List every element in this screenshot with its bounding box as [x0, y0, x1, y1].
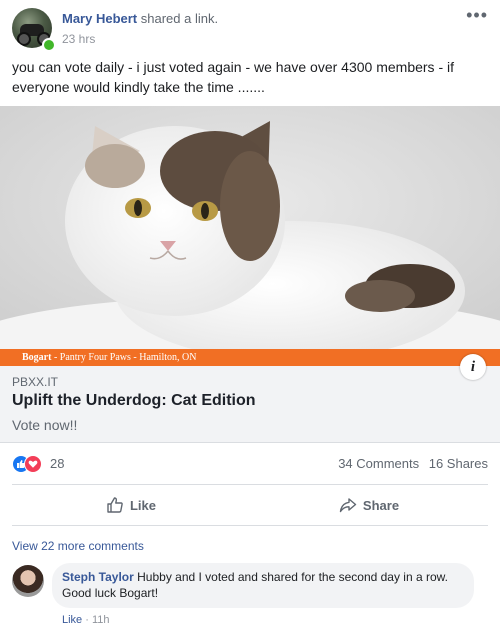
divider: [12, 525, 488, 526]
like-button-label: Like: [129, 497, 156, 513]
more-options-icon[interactable]: •••: [466, 6, 488, 24]
thumbs-up-icon: [107, 497, 123, 513]
cat-photo: [0, 106, 500, 349]
post-message: you can vote daily - i just voted again …: [12, 59, 454, 95]
post-timestamp[interactable]: 23 hrs: [62, 32, 95, 46]
engagement-counts: 34 Comments 16 Shares: [332, 456, 488, 471]
comment-time[interactable]: 11h: [92, 614, 110, 626]
share-button[interactable]: Share: [250, 488, 488, 522]
online-status-indicator: [42, 38, 56, 52]
comments-count[interactable]: 34 Comments: [338, 456, 419, 471]
commenter-avatar[interactable]: [12, 565, 44, 597]
info-icon[interactable]: i: [460, 354, 486, 380]
image-caption-banner: Bogart - Pantry Four Paws - Hamilton, ON: [0, 349, 500, 366]
shares-count[interactable]: 16 Shares: [429, 456, 488, 471]
post-stats: 28 34 Comments 16 Shares: [12, 452, 488, 474]
love-reaction-icon[interactable]: [24, 455, 42, 473]
comment-like-link[interactable]: Like: [62, 614, 82, 626]
shared-link-image[interactable]: [0, 106, 500, 349]
author-line: Mary Hebert shared a link.: [62, 11, 218, 26]
post-header: Mary Hebert shared a link. 23 hrs •••: [12, 6, 488, 52]
post-actions: Like Share: [12, 488, 488, 522]
caption-cat-name: Bogart: [22, 352, 52, 363]
reaction-count[interactable]: 28: [50, 456, 64, 471]
link-title[interactable]: Uplift the Underdog: Cat Edition: [12, 392, 256, 410]
share-button-label: Share: [362, 497, 400, 513]
divider: [12, 484, 488, 485]
share-arrow-icon: [339, 498, 357, 513]
like-button[interactable]: Like: [12, 488, 250, 522]
link-preview[interactable]: i PBXX.IT Uplift the Underdog: Cat Editi…: [0, 354, 500, 443]
feed-post: Mary Hebert shared a link. 23 hrs ••• yo…: [0, 0, 500, 636]
author-name[interactable]: Mary Hebert: [62, 11, 137, 26]
comment-bubble: Steph Taylor Hubby and I voted and share…: [52, 563, 474, 608]
comment-author[interactable]: Steph Taylor: [62, 570, 134, 584]
link-domain: PBXX.IT: [12, 375, 59, 389]
link-description: Vote now!!: [12, 417, 78, 433]
post-action-text: shared a link.: [140, 11, 219, 26]
caption-details: - Pantry Four Paws - Hamilton, ON: [51, 352, 197, 363]
comment-meta-separator: ·: [82, 614, 92, 626]
view-more-comments-link[interactable]: View 22 more comments: [12, 539, 144, 553]
comment-meta: Like · 11h: [62, 614, 110, 626]
